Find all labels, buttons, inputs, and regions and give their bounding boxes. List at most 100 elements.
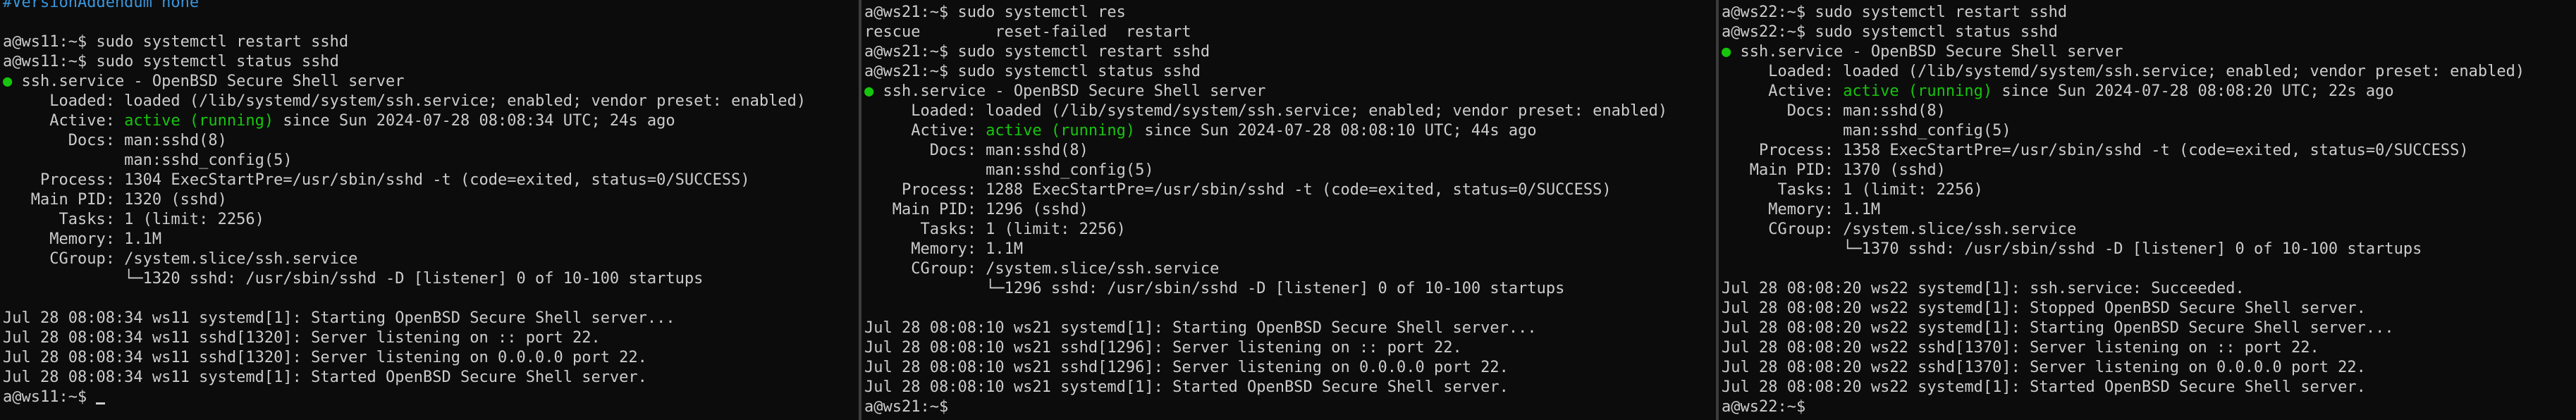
terminal-line: a@ws22:~$ — [1722, 397, 2576, 417]
line-text: Tasks: 1 (limit: 2256) — [864, 221, 1126, 238]
terminal-line: CGroup: /system.slice/ssh.service — [3, 249, 859, 269]
terminal-line: Jul 28 08:08:10 ws21 sshd[1296]: Server … — [864, 358, 1716, 378]
line-text: └─1320 sshd: /usr/sbin/sshd -D [listener… — [3, 270, 704, 288]
line-text: Memory: 1.1M — [864, 240, 1024, 258]
line-text: Jul 28 08:08:34 ws11 sshd[1320]: Server … — [3, 349, 647, 366]
line-text: man:sshd_config(5) — [3, 152, 293, 169]
line-text: Process: 1358 ExecStartPre=/usr/sbin/ssh… — [1722, 142, 2469, 159]
terminal-pane-ws22[interactable]: a@ws22:~$ sudo systemctl restart sshd a@w… — [1719, 0, 2576, 420]
terminal-line: man:sshd_config(5) — [864, 161, 1716, 180]
terminal-line: Jul 28 08:08:10 ws21 sshd[1296]: Server … — [864, 338, 1716, 358]
terminal-line: #VersionAddendum none — [3, 0, 859, 13]
terminal-line: Jul 28 08:08:34 ws11 sshd[1320]: Server … — [3, 328, 859, 348]
terminal-line: └─1296 sshd: /usr/sbin/sshd -D [listener… — [864, 279, 1716, 299]
terminal-line: Jul 28 08:08:20 ws22 systemd[1]: Startin… — [1722, 319, 2576, 338]
terminal-line: Jul 28 08:08:10 ws21 systemd[1]: Started… — [864, 378, 1716, 397]
line-text: a@ws21:~$ sudo systemctl status sshd — [864, 63, 1201, 80]
line-text: Memory: 1.1M — [1722, 201, 1881, 218]
line-text: Jul 28 08:08:34 ws11 systemd[1]: Startin… — [3, 309, 675, 327]
terminal-line: Active: active (running) since Sun 2024-… — [1722, 82, 2576, 101]
terminal-line: Jul 28 08:08:34 ws11 sshd[1320]: Server … — [3, 348, 859, 368]
terminal-line: Memory: 1.1M — [864, 240, 1716, 259]
line-text: Jul 28 08:08:10 ws21 sshd[1296]: Server … — [864, 359, 1509, 376]
line-text: since Sun 2024-07-28 08:08:34 UTC; 24s a… — [274, 112, 675, 130]
active-status: active (running) — [124, 112, 274, 130]
line-text: Process: 1288 ExecStartPre=/usr/sbin/ssh… — [864, 181, 1612, 199]
terminal-line: a@ws21:~$ sudo systemctl restart sshd — [864, 42, 1716, 62]
line-text: Docs: man:sshd(8) — [1722, 102, 1946, 120]
line-text: Memory: 1.1M — [3, 230, 162, 248]
terminal-line: Jul 28 08:08:20 ws22 systemd[1]: ssh.ser… — [1722, 279, 2576, 299]
active-status: active (running) — [1843, 82, 1993, 100]
line-text: man:sshd_config(5) — [864, 161, 1154, 179]
line-text: Jul 28 08:08:10 ws21 systemd[1]: Started… — [864, 378, 1509, 396]
line-text: └─1296 sshd: /usr/sbin/sshd -D [listener… — [864, 280, 1565, 297]
terminal-line: └─1370 sshd: /usr/sbin/sshd -D [listener… — [1722, 240, 2576, 259]
line-text: man:sshd_config(5) — [1722, 122, 2011, 140]
status-bullet-icon: ● — [1722, 43, 1731, 61]
line-text: ssh.service - OpenBSD Secure Shell serve… — [12, 73, 405, 90]
line-text: └─1370 sshd: /usr/sbin/sshd -D [listener… — [1722, 240, 2422, 258]
line-text: Jul 28 08:08:20 ws22 systemd[1]: Started… — [1722, 378, 2366, 396]
line-text: #VersionAddendum none — [3, 0, 200, 11]
terminal-line: Loaded: loaded (/lib/systemd/system/ssh.… — [864, 101, 1716, 121]
terminal-line: ● ssh.service - OpenBSD Secure Shell ser… — [864, 82, 1716, 101]
line-text: a@ws22:~$ sudo systemctl restart sshd — [1722, 4, 2068, 21]
text-cursor — [96, 402, 106, 404]
line-text: Jul 28 08:08:20 ws22 systemd[1]: Startin… — [1722, 319, 2394, 337]
line-text: Tasks: 1 (limit: 2256) — [1722, 181, 1983, 199]
line-text: since Sun 2024-07-28 08:08:20 UTC; 22s a… — [1992, 82, 2394, 100]
status-bullet-icon: ● — [3, 73, 13, 90]
active-status: active (running) — [986, 122, 1136, 140]
terminal-line: rescue reset-failed restart — [864, 23, 1716, 42]
terminal-line: CGroup: /system.slice/ssh.service — [1722, 220, 2576, 240]
terminal-line: a@ws11:~$ sudo systemctl restart sshd — [3, 32, 859, 52]
terminal-line: man:sshd_config(5) — [1722, 121, 2576, 141]
terminal-pane-ws11[interactable]: #VersionAddendum none a@ws11:~$ sudo syst… — [0, 0, 859, 420]
status-bullet-icon: ● — [864, 82, 874, 100]
line-text: rescue reset-failed restart — [864, 23, 1191, 41]
terminal-output: a@ws21:~$ sudo systemctl res rescue reset… — [864, 3, 1716, 417]
terminal-line: a@ws21:~$ — [864, 397, 1716, 417]
line-text: CGroup: /system.slice/ssh.service — [1722, 221, 2077, 238]
terminal-line: a@ws21:~$ sudo systemctl res — [864, 3, 1716, 23]
terminal-line: Tasks: 1 (limit: 2256) — [864, 220, 1716, 240]
line-text: a@ws21:~$ sudo systemctl restart sshd — [864, 43, 1210, 61]
terminal-line: a@ws11:~$ — [3, 388, 859, 407]
line-text: Loaded: loaded (/lib/systemd/system/ssh.… — [1722, 63, 2525, 80]
line-text: a@ws21:~$ sudo systemctl res — [864, 4, 1126, 21]
terminal-pane-ws21[interactable]: a@ws21:~$ sudo systemctl res rescue reset… — [861, 0, 1716, 420]
terminal-line: Jul 28 08:08:20 ws22 sshd[1370]: Server … — [1722, 358, 2576, 378]
terminal-line: CGroup: /system.slice/ssh.service — [864, 259, 1716, 279]
line-text: Main PID: 1296 (sshd) — [864, 201, 1088, 218]
terminal-line: ● ssh.service - OpenBSD Secure Shell ser… — [1722, 42, 2576, 62]
terminal-line: Jul 28 08:08:20 ws22 systemd[1]: Stopped… — [1722, 299, 2576, 319]
terminal-line: Jul 28 08:08:34 ws11 systemd[1]: Started… — [3, 368, 859, 388]
line-text: Jul 28 08:08:20 ws22 systemd[1]: Stopped… — [1722, 299, 2366, 317]
line-text: Jul 28 08:08:34 ws11 systemd[1]: Started… — [3, 369, 647, 386]
line-text: Jul 28 08:08:10 ws21 systemd[1]: Startin… — [864, 319, 1537, 337]
line-text: a@ws22:~$ — [1722, 398, 1815, 416]
terminal-line: Docs: man:sshd(8) — [3, 131, 859, 151]
terminal-line: Loaded: loaded (/lib/systemd/system/ssh.… — [1722, 62, 2576, 82]
line-text: Active: — [864, 122, 986, 140]
line-text: Active: — [1722, 82, 1844, 100]
line-text: Process: 1304 ExecStartPre=/usr/sbin/ssh… — [3, 171, 750, 189]
terminal-line: Jul 28 08:08:20 ws22 sshd[1370]: Server … — [1722, 338, 2576, 358]
terminal-line: Memory: 1.1M — [1722, 200, 2576, 220]
line-text: a@ws21:~$ — [864, 398, 958, 416]
terminal-line: a@ws22:~$ sudo systemctl restart sshd — [1722, 3, 2576, 23]
terminal-line: Main PID: 1296 (sshd) — [864, 200, 1716, 220]
terminal-line: └─1320 sshd: /usr/sbin/sshd -D [listener… — [3, 269, 859, 289]
line-text: Active: — [3, 112, 125, 130]
terminal-output: a@ws22:~$ sudo systemctl restart sshd a@w… — [1722, 3, 2576, 417]
line-text: Jul 28 08:08:20 ws22 systemd[1]: ssh.ser… — [1722, 280, 2245, 297]
terminal-line: Process: 1358 ExecStartPre=/usr/sbin/ssh… — [1722, 141, 2576, 161]
line-text: Main PID: 1320 (sshd) — [3, 191, 227, 209]
terminal-line: Docs: man:sshd(8) — [1722, 101, 2576, 121]
line-text: CGroup: /system.slice/ssh.service — [3, 250, 358, 268]
line-text: CGroup: /system.slice/ssh.service — [864, 260, 1220, 278]
line-text: Jul 28 08:08:20 ws22 sshd[1370]: Server … — [1722, 339, 2319, 357]
